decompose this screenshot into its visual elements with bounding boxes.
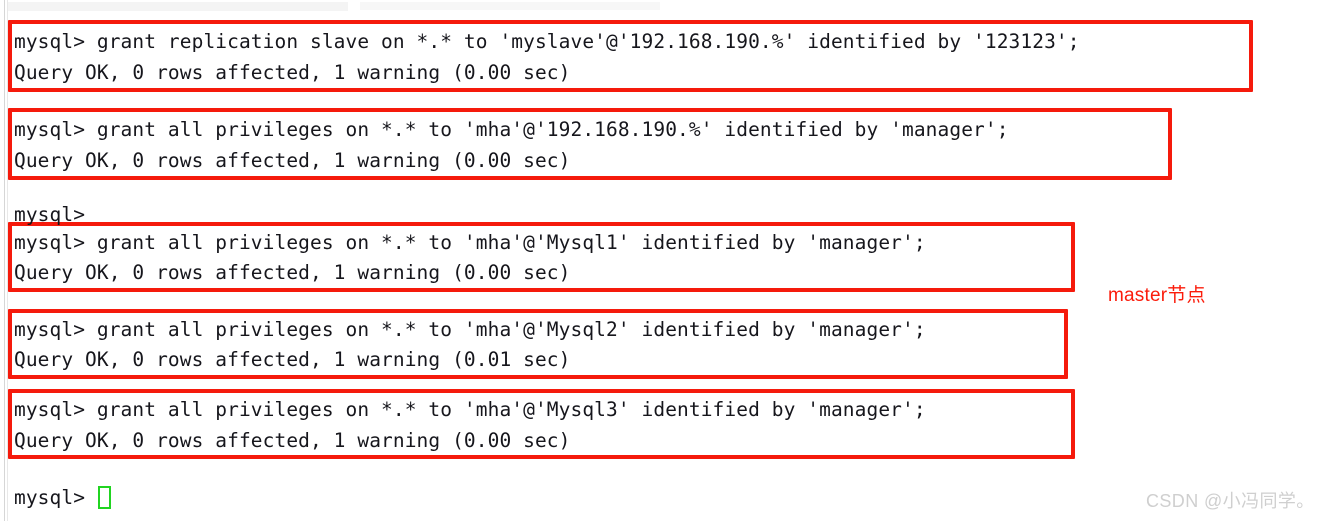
terminal-line-grant-mha-mysql1: mysql> grant all privileges on *.* to 'm… [14, 231, 926, 254]
terminal-line-grant-replication-slave: mysql> grant replication slave on *.* to… [14, 30, 1080, 53]
csdn-watermark: CSDN @小冯同学。 [1146, 491, 1315, 511]
terminal-screenshot: mysql> grant replication slave on *.* to… [0, 0, 1320, 521]
terminal-line-query-ok-2: Query OK, 0 rows affected, 1 warning (0.… [14, 149, 571, 172]
terminal-line-prompt-idle: mysql> [14, 203, 86, 226]
top-edge-artifact [8, 2, 348, 11]
terminal-line-grant-mha-mysql2: mysql> grant all privileges on *.* to 'm… [14, 318, 926, 341]
top-edge-artifact-right [360, 2, 660, 10]
annotation-label-master-node: master节点 [1108, 285, 1206, 306]
terminal-line-query-ok-3: Query OK, 0 rows affected, 1 warning (0.… [14, 261, 571, 284]
terminal-line-grant-mha-subnet: mysql> grant all privileges on *.* to 'm… [14, 118, 1009, 141]
terminal-line-query-ok-5: Query OK, 0 rows affected, 1 warning (0.… [14, 429, 571, 452]
terminal-line-query-ok-4: Query OK, 0 rows affected, 1 warning (0.… [14, 348, 571, 371]
left-gutter-line [4, 0, 5, 521]
terminal-cursor[interactable] [98, 486, 111, 509]
terminal-prompt-active[interactable]: mysql> [14, 487, 85, 508]
terminal-line-query-ok-1: Query OK, 0 rows affected, 1 warning (0.… [14, 61, 571, 84]
terminal-line-grant-mha-mysql3: mysql> grant all privileges on *.* to 'm… [14, 398, 926, 421]
